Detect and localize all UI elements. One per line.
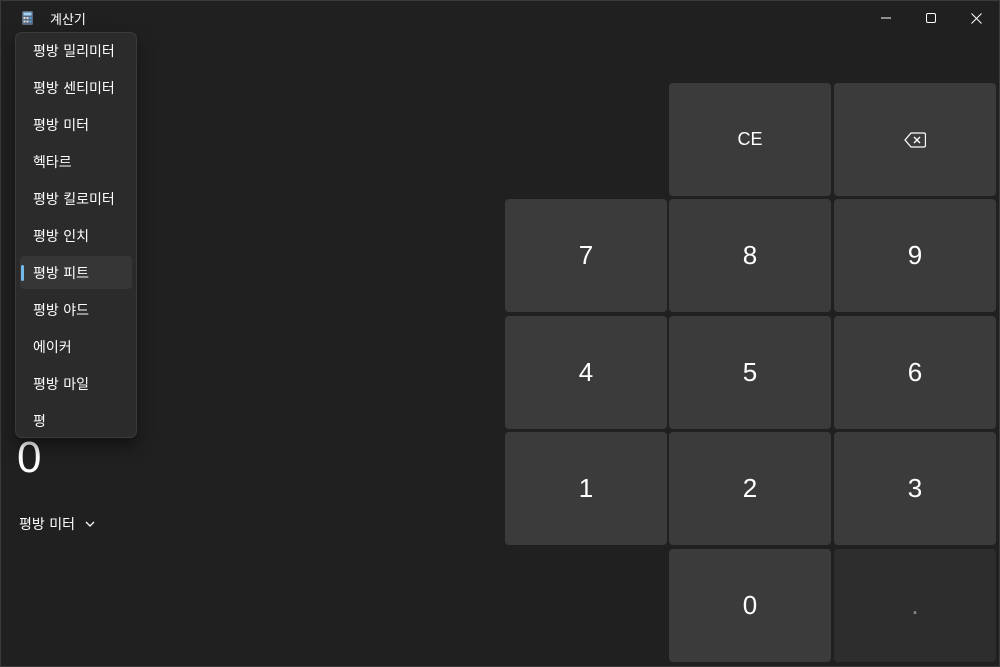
- digit-5-label: 5: [742, 357, 758, 387]
- digit-7-label: 7: [578, 240, 594, 270]
- dropdown-item[interactable]: 평방 마일: [20, 367, 132, 400]
- calculator-window: 계산기 0 평방 미터 CE 7 8 9 4 5 6 1 2 3 0 . 평방 …: [0, 0, 1000, 667]
- minimize-button[interactable]: [863, 1, 909, 35]
- dropdown-item-label: 평방 센티미터: [33, 80, 115, 97]
- digit-2-label: 2: [742, 473, 758, 503]
- dropdown-item-label: 평: [33, 413, 46, 430]
- digit-4-label: 4: [578, 357, 594, 387]
- close-button[interactable]: [953, 1, 999, 35]
- backspace-button[interactable]: [834, 83, 996, 196]
- dropdown-item[interactable]: 평방 미터: [20, 108, 132, 141]
- dropdown-item-label: 헥타르: [33, 154, 72, 171]
- digit-5-button[interactable]: 5: [669, 316, 831, 429]
- dropdown-item-label: 평방 인치: [33, 228, 89, 245]
- dropdown-item[interactable]: 평방 킬로미터: [20, 182, 132, 215]
- dropdown-item[interactable]: 평방 센티미터: [20, 71, 132, 104]
- decimal-label: .: [911, 590, 919, 620]
- dropdown-item[interactable]: 헥타르: [20, 145, 132, 178]
- title-bar: 계산기: [1, 1, 999, 35]
- dropdown-item[interactable]: 평방 밀리미터: [20, 34, 132, 67]
- dropdown-item[interactable]: 평방 인치: [20, 219, 132, 252]
- window-title: 계산기: [50, 13, 86, 28]
- digit-0-label: 0: [742, 590, 758, 620]
- close-icon: [970, 12, 982, 24]
- digit-1-label: 1: [578, 473, 594, 503]
- chevron-down-icon: [85, 521, 95, 527]
- dropdown-item-label: 평방 밀리미터: [33, 43, 115, 60]
- digit-9-button[interactable]: 9: [834, 199, 996, 312]
- digit-8-label: 8: [742, 240, 758, 270]
- maximize-button[interactable]: [908, 1, 954, 35]
- clear-entry-label: CE: [737, 129, 763, 149]
- dropdown-item[interactable]: 평: [20, 404, 132, 437]
- dropdown-item[interactable]: 평방 야드: [20, 293, 132, 326]
- dropdown-item[interactable]: 에이커: [20, 330, 132, 363]
- digit-1-button[interactable]: 1: [505, 432, 667, 545]
- selection-indicator: [21, 265, 24, 281]
- digit-0-button[interactable]: 0: [669, 549, 831, 662]
- dropdown-item-selected[interactable]: 평방 피트: [20, 256, 132, 289]
- digit-6-button[interactable]: 6: [834, 316, 996, 429]
- digit-8-button[interactable]: 8: [669, 199, 831, 312]
- dropdown-item-label: 에이커: [33, 339, 72, 356]
- dropdown-item-label: 평방 미터: [33, 117, 89, 134]
- digit-2-button[interactable]: 2: [669, 432, 831, 545]
- dropdown-item-label: 평방 마일: [33, 376, 89, 393]
- backspace-icon: [904, 131, 926, 148]
- clear-entry-button[interactable]: CE: [669, 83, 831, 196]
- dropdown-item-label: 평방 킬로미터: [33, 191, 115, 208]
- digit-7-button[interactable]: 7: [505, 199, 667, 312]
- digit-9-label: 9: [907, 240, 923, 270]
- digit-4-button[interactable]: 4: [505, 316, 667, 429]
- digit-3-button[interactable]: 3: [834, 432, 996, 545]
- unit-dropdown-list: 평방 밀리미터 평방 센티미터 평방 미터 헥타르 평방 킬로미터 평방 인치 …: [15, 32, 137, 438]
- decimal-button[interactable]: .: [834, 549, 996, 662]
- unit-selector-label: 평방 미터: [19, 517, 75, 533]
- dropdown-item-label: 평방 야드: [33, 302, 89, 319]
- calculator-app-icon: [22, 11, 33, 25]
- minimize-icon: [881, 17, 891, 19]
- maximize-icon: [926, 13, 936, 23]
- digit-3-label: 3: [907, 473, 923, 503]
- dropdown-item-label: 평방 피트: [33, 265, 89, 282]
- digit-6-label: 6: [907, 357, 923, 387]
- input-value[interactable]: 0: [17, 433, 41, 483]
- unit-selector[interactable]: 평방 미터: [19, 513, 96, 535]
